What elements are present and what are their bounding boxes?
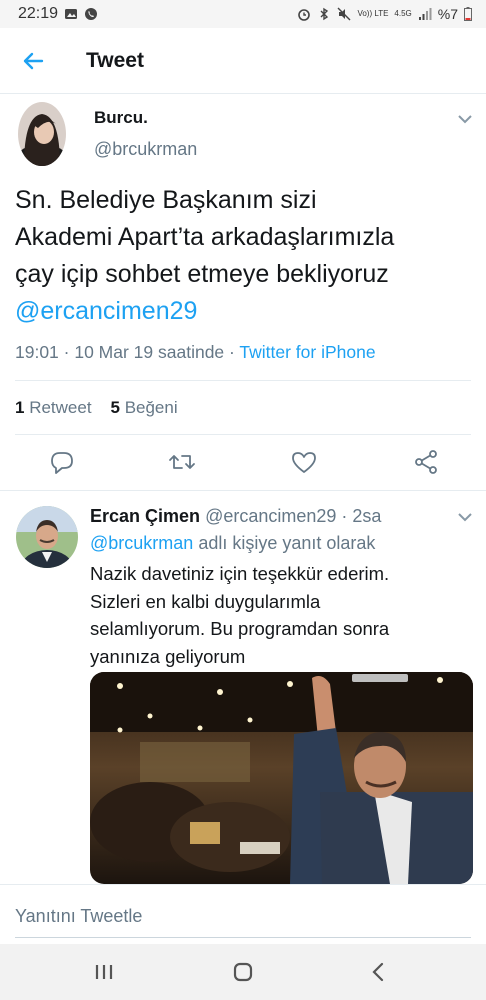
tweet-text-line: Sn. Belediye Başkanım sizi: [15, 186, 317, 214]
recents-icon: [95, 965, 113, 979]
home-icon: [233, 962, 253, 982]
page-title: Tweet: [86, 48, 144, 72]
reply-composer[interactable]: Yanıtını Tweetle: [0, 884, 486, 944]
chevron-down-icon[interactable]: [458, 512, 472, 522]
tweet-author-handle[interactable]: @brcukrman: [94, 139, 197, 160]
app-bar: Tweet: [0, 28, 486, 94]
signal-icon: [418, 8, 432, 20]
tweet-text-line: çay içip sohbet etmeye bekliyoruz: [15, 260, 389, 288]
mention-link[interactable]: @ercancimen29: [15, 293, 475, 330]
reply-to-suffix: adlı kişiye yanıt olarak: [193, 533, 376, 553]
phone-notification-icon: [85, 8, 98, 20]
back-arrow-icon: [23, 52, 44, 69]
reply-to-handle[interactable]: @brcukrman: [90, 533, 193, 553]
battery-percent: %7: [437, 6, 458, 22]
back-nav-icon: [372, 962, 384, 982]
section-divider: [0, 490, 486, 491]
reply-text-line: Sizleri en kalbi duygularımla: [90, 590, 321, 612]
divider: [15, 434, 471, 435]
tweet-source-link[interactable]: Twitter for iPhone: [239, 342, 375, 362]
retweet-icon[interactable]: [168, 448, 196, 476]
reply-icon[interactable]: [48, 448, 76, 476]
reply-text-line: yanınıza geliyorum: [90, 645, 246, 667]
gallery-notification-icon: [65, 9, 78, 19]
avatar-ercan[interactable]: [16, 506, 78, 568]
reply-text-line: Nazik davetiniz için teşekkür ederim.: [90, 563, 390, 584]
composer-underline: [15, 937, 471, 938]
status-time: 22:19: [18, 5, 59, 22]
tweet-stats: 1 Retweet 5 Beğeni: [15, 398, 178, 418]
reply-media-photo[interactable]: [90, 672, 473, 884]
tweet-meta: 19:01 · 10 Mar 19 saatinde · Twitter for…: [15, 342, 376, 363]
alarm-icon: [298, 9, 311, 21]
reply-author-handle-time[interactable]: @ercancimen29 · 2sa: [205, 506, 381, 526]
battery-icon: [464, 7, 472, 21]
reply-text-line: selamlıyorum. Bu programdan sonra: [90, 618, 390, 639]
tweet-text: Sn. Belediye Başkanım sizi Akademi Apart…: [15, 182, 475, 330]
replying-to: @brcukrman adlı kişiye yanıt olarak: [90, 533, 375, 554]
back-nav-button[interactable]: [364, 958, 392, 986]
mute-icon: [337, 7, 351, 21]
home-button[interactable]: [229, 958, 257, 986]
reply-header: Ercan Çimen @ercancimen29 · 2sa: [90, 506, 381, 527]
net-speed: 4.5G: [394, 9, 412, 18]
retweet-stat[interactable]: 1 Retweet: [15, 398, 92, 417]
bluetooth-icon: [320, 7, 329, 21]
status-bar: 22:19 Vo)) LTE 4.5G %7: [0, 0, 486, 28]
chevron-down-icon[interactable]: [458, 114, 472, 124]
avatar-burcu[interactable]: [18, 102, 66, 166]
tweet-timestamp: 19:01 · 10 Mar 19 saatinde ·: [15, 342, 240, 362]
lte-indicator: Vo)) LTE: [357, 9, 389, 18]
recents-button[interactable]: [90, 958, 118, 986]
tweet-text-line: Akademi Apart’ta arkadaşlarımızla: [15, 223, 395, 251]
reply-author-name[interactable]: Ercan Çimen: [90, 506, 200, 526]
like-icon[interactable]: [290, 448, 318, 476]
divider: [15, 380, 471, 381]
tweet-actions: [0, 448, 486, 484]
share-icon[interactable]: [412, 448, 440, 476]
reply-text: Nazik davetiniz için teşekkür ederim. Si…: [90, 560, 470, 670]
system-nav-bar: [0, 944, 486, 1000]
tweet-author-name[interactable]: Burcu.: [94, 108, 148, 128]
back-button[interactable]: [0, 28, 66, 94]
reply-input-placeholder[interactable]: Yanıtını Tweetle: [15, 906, 142, 927]
like-stat[interactable]: 5 Beğeni: [110, 398, 177, 417]
